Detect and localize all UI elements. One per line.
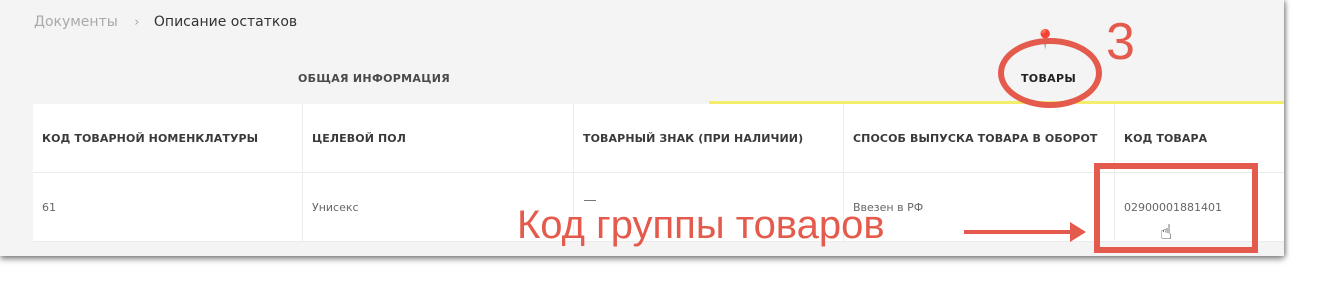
empty-value-dash — [584, 200, 596, 201]
column-header-product-code[interactable]: КОД ТОВАРА — [1115, 104, 1284, 172]
annotation-arrow-icon — [964, 230, 1072, 234]
hand-cursor-icon: ☝ — [1160, 220, 1173, 244]
breadcrumb-separator-icon: › — [134, 15, 140, 30]
column-header-nomenclature-code[interactable]: КОД ТОВАРНОЙ НОМЕНКЛАТУРЫ — [33, 104, 303, 172]
breadcrumb-current: Описание остатков — [153, 14, 298, 30]
annotation-circle — [998, 38, 1102, 108]
tab-general-info[interactable]: ОБЩАЯ ИНФОРМАЦИЯ — [298, 72, 450, 85]
column-header-target-gender[interactable]: ЦЕЛЕВОЙ ПОЛ — [303, 104, 574, 172]
column-header-trademark[interactable]: ТОВАРНЫЙ ЗНАК (ПРИ НАЛИЧИИ) — [574, 104, 844, 172]
breadcrumb-documents-link[interactable]: Документы — [34, 14, 118, 30]
column-header-release-method[interactable]: СПОСОБ ВЫПУСКА ТОВАРА В ОБОРОТ — [844, 104, 1115, 172]
annotation-step-number: 3 — [1106, 13, 1135, 71]
cell-nomenclature-code: 61 — [33, 173, 303, 241]
annotation-callout-label: Код группы товаров — [517, 203, 885, 247]
breadcrumb: Документы › Описание остатков — [34, 14, 297, 30]
annotation-highlight-box — [1094, 163, 1258, 253]
annotation-arrowhead-icon — [1070, 222, 1086, 242]
